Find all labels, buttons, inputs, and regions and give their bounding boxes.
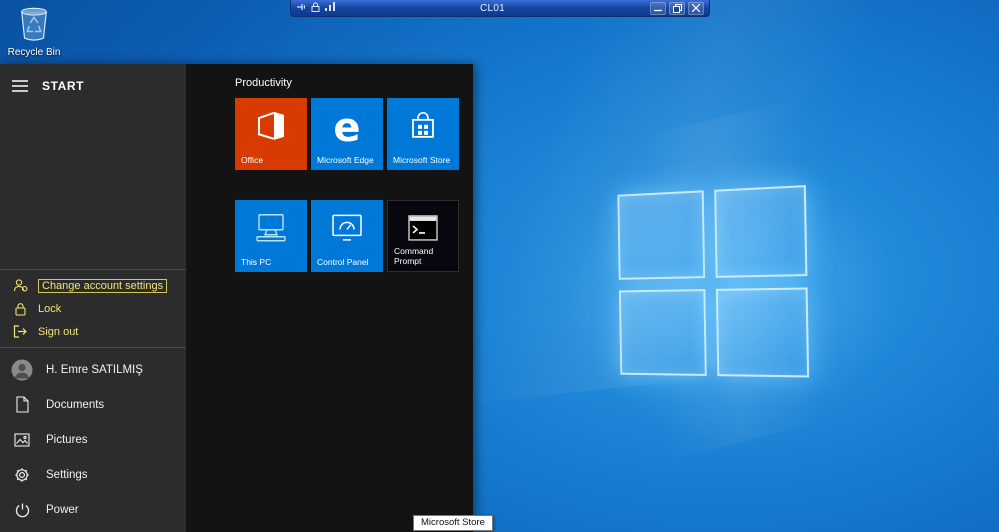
power-icon (11, 502, 33, 518)
this-pc-icon (253, 212, 289, 247)
recycle-bin-icon (17, 5, 51, 46)
connection-title: CL01 (479, 2, 506, 14)
control-panel-icon (332, 214, 362, 246)
start-menu: START Change account settings Lock Sign … (0, 64, 473, 532)
tile-microsoft-store[interactable]: Microsoft Store (387, 98, 459, 170)
rail-spacer (0, 105, 186, 269)
pin-icon[interactable] (296, 2, 306, 15)
settings-icon (11, 467, 33, 483)
menu-item-label: Change account settings (38, 278, 168, 293)
windows-logo-pane (617, 190, 705, 280)
nav-item-label: H. Emre SATILMIŞ (46, 363, 143, 376)
hamburger-menu-icon[interactable] (12, 80, 28, 92)
taskbar-tooltip: Microsoft Store (413, 515, 493, 531)
office-icon (258, 111, 284, 145)
sign-out-icon (12, 325, 28, 338)
account-flyout-menu: Change account settings Lock Sign out (0, 269, 186, 348)
user-avatar (11, 359, 33, 381)
pictures-icon (11, 432, 33, 447)
tile-row: Office e Microsoft Edge Microsoft Store (235, 98, 473, 170)
tile-label: Command Prompt (394, 246, 434, 266)
start-menu-header: START (0, 64, 186, 105)
nav-item-documents[interactable]: Documents (0, 387, 186, 422)
recycle-bin-shortcut[interactable]: Recycle Bin (4, 5, 64, 58)
command-prompt-icon (408, 215, 438, 246)
tile-microsoft-edge[interactable]: e Microsoft Edge (311, 98, 383, 170)
account-settings-icon (12, 278, 28, 293)
menu-item-label: Lock (38, 302, 62, 315)
tile-label: Office (241, 155, 264, 165)
nav-item-user-account[interactable]: H. Emre SATILMIŞ (0, 352, 186, 387)
nav-item-pictures[interactable]: Pictures (0, 422, 186, 457)
tile-group-label[interactable]: Productivity (235, 77, 473, 89)
connection-bar[interactable]: CL01 (290, 0, 710, 17)
remote-desktop-screen: Recycle Bin CL01 START Change account se… (0, 0, 999, 532)
close-button[interactable] (688, 1, 704, 15)
nav-item-settings[interactable]: Settings (0, 457, 186, 492)
store-icon (410, 111, 436, 145)
start-menu-title: START (42, 79, 85, 93)
menu-item-change-account-settings[interactable]: Change account settings (0, 274, 186, 297)
tile-label: This PC (241, 257, 272, 267)
start-menu-tiles-area: Productivity Office e Microsoft Edge Mic… (186, 64, 473, 532)
tile-this-pc[interactable]: This PC (235, 200, 307, 272)
nav-item-label: Power (46, 503, 79, 516)
restore-button[interactable] (669, 1, 685, 15)
lock-status-icon (311, 2, 320, 15)
signal-strength-icon (325, 2, 335, 14)
nav-item-label: Pictures (46, 433, 88, 446)
windows-logo-pane (618, 288, 707, 376)
start-menu-nav: H. Emre SATILMIŞ Documents Pictures Sett… (0, 348, 186, 532)
windows-logo-pane (715, 286, 810, 378)
menu-item-lock[interactable]: Lock (0, 297, 186, 320)
menu-item-label: Sign out (38, 325, 79, 338)
tile-office[interactable]: Office (235, 98, 307, 170)
lock-icon (12, 302, 28, 316)
recycle-bin-label: Recycle Bin (7, 47, 61, 58)
edge-icon: e (333, 104, 361, 151)
tile-label: Microsoft Edge (317, 155, 374, 165)
windows-logo (617, 185, 810, 378)
start-menu-rail: START Change account settings Lock Sign … (0, 64, 186, 532)
menu-item-sign-out[interactable]: Sign out (0, 320, 186, 343)
tile-command-prompt[interactable]: Command Prompt (387, 200, 459, 272)
windows-logo-pane (713, 185, 808, 278)
documents-icon (11, 396, 33, 413)
nav-item-label: Documents (46, 398, 105, 411)
minimize-button[interactable] (650, 1, 666, 15)
nav-item-power[interactable]: Power (0, 492, 186, 527)
tile-label: Microsoft Store (393, 155, 451, 165)
tile-row: This PC Control Panel Command Prompt (235, 200, 473, 272)
tile-label: Control Panel (317, 257, 369, 267)
nav-item-label: Settings (46, 468, 88, 481)
tile-control-panel[interactable]: Control Panel (311, 200, 383, 272)
